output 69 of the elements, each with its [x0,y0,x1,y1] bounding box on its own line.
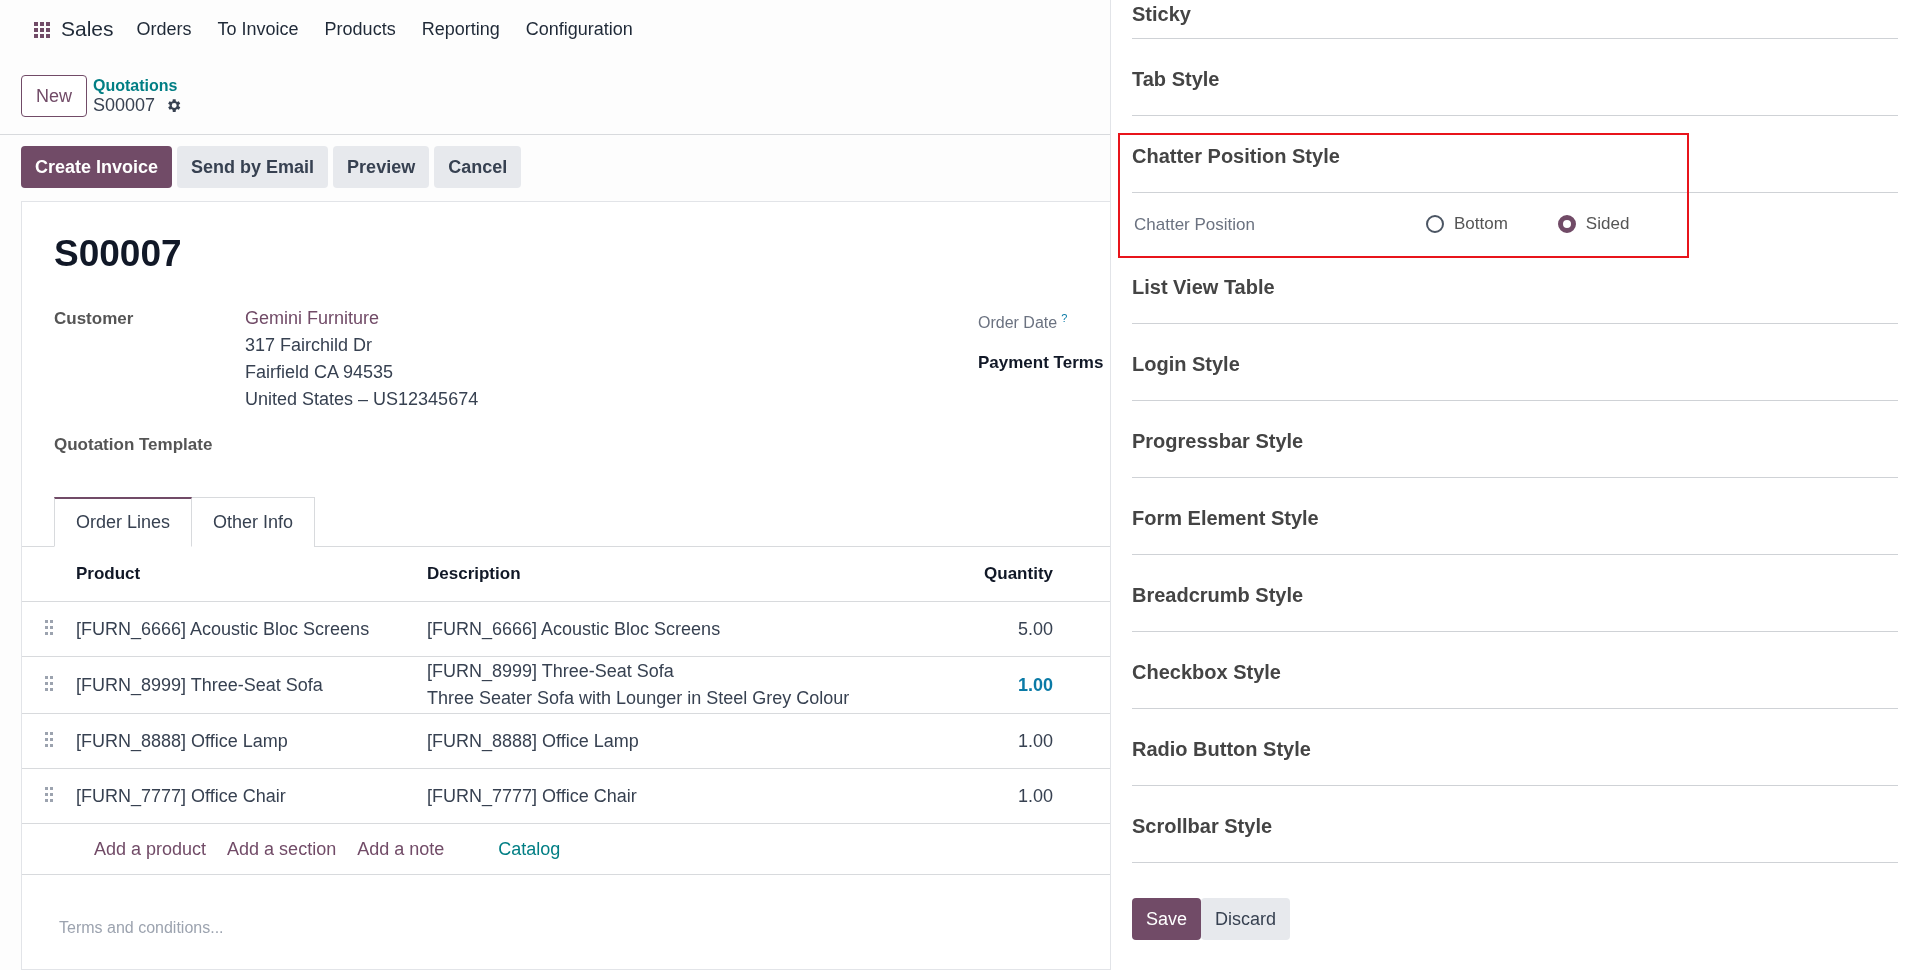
radio-button[interactable] [1557,215,1576,233]
table-cell: [FURN_8999] Three-Seat Sofa [76,674,323,695]
field-label: Order Date $^{?}$ [978,311,1069,334]
radio-option[interactable]: Sided [1557,214,1630,234]
section-heading: Progressbar Style [1132,401,1898,478]
action-button[interactable]: Preview [333,146,430,188]
settings-icon[interactable] [165,96,183,114]
terms-field[interactable]: Terms and conditions... [59,919,459,937]
table-cell: 1.00 [1017,730,1053,751]
tab[interactable]: Other Info [192,497,316,547]
table-cell: [FURN_8888] Office Lamp [76,730,288,751]
apps-menu-icon[interactable] [33,20,51,38]
menu-item[interactable]: Orders [123,18,205,40]
breadcrumb-link[interactable]: Quotations [93,76,183,95]
section-heading: List View Table [1132,255,1898,324]
record-title: S00007 [54,232,183,276]
address-line: United States – US12345674 [245,388,480,411]
table-cell-text: [FURN_6666] Acoustic Bloc Screens [427,617,722,642]
section-heading: Radio Button Style [1132,709,1898,786]
drag-handle-icon[interactable] [43,785,54,802]
table-cell: 5.00 [1017,618,1053,639]
menu-item[interactable]: Configuration [512,18,646,40]
app-name[interactable]: Sales [61,17,114,41]
action-button[interactable]: Send by Email [177,146,329,188]
table-cell: [FURN_6666] Acoustic Bloc Screens [76,618,370,639]
table-cell-text: Three Seater Sofa with Lounger in Steel Grey Colour [427,687,851,710]
menu-item[interactable]: To Invoice [204,18,312,40]
radio-option[interactable]: Bottom [1426,214,1508,234]
table-cell-text: [FURN_7777] Office Chair [427,784,638,809]
table-cell: 1.00 [1017,674,1053,695]
action-button[interactable]: Create Invoice [21,146,173,188]
section-heading: Sticky [1132,0,1898,39]
section-heading: Form Element Style [1132,478,1898,555]
customer-link[interactable]: Gemini Furniture [245,305,978,332]
column-header[interactable]: Description [427,564,521,583]
discard-button[interactable]: Discard [1201,898,1291,940]
table-cell-text: [FURN_8999] Three-Seat Sofa [427,660,675,684]
drag-handle-icon[interactable] [43,618,54,635]
section-heading: Checkbox Style [1132,632,1898,709]
column-header[interactable]: Product [76,564,141,583]
action-button[interactable]: Cancel [434,146,522,188]
address-line: 317 Fairchild Dr [245,334,374,357]
new-button[interactable]: New [21,75,87,117]
field-label: Quotation Template [54,434,214,456]
address-line: Fairfield CA 94535 [245,361,395,384]
menu-item[interactable]: Products [311,18,409,40]
field-label: Chatter Position [1133,215,1256,235]
section-heading: Login Style [1132,324,1898,401]
section-heading: Scrollbar Style [1132,786,1898,863]
section-heading: Tab Style [1132,39,1898,116]
add-line-link[interactable]: Add a product [94,838,207,860]
field-label: Payment Terms [978,353,1105,374]
record-name: S00007 [93,94,156,116]
section-heading: Breadcrumb Style [1132,555,1898,632]
drag-handle-icon[interactable] [43,674,54,691]
add-line-link[interactable]: Add a section [227,838,337,860]
tab[interactable]: Order Lines [54,497,193,547]
table-cell-text: [FURN_8888] Office Lamp [427,729,640,754]
catalog-link[interactable]: Catalog [498,838,561,860]
drag-handle-icon[interactable] [43,730,54,747]
table-cell: [FURN_7777] Office Chair [76,785,286,806]
menu-item[interactable]: Reporting [408,18,513,40]
section-heading: Chatter Position Style [1132,116,1898,193]
table-cell: 1.00 [1017,785,1053,806]
column-header[interactable]: Quantity [984,564,1053,583]
save-button[interactable]: Save [1132,898,1202,940]
field-label: Customer [54,308,135,330]
add-line-link[interactable]: Add a note [357,838,445,860]
radio-button[interactable] [1426,215,1444,233]
